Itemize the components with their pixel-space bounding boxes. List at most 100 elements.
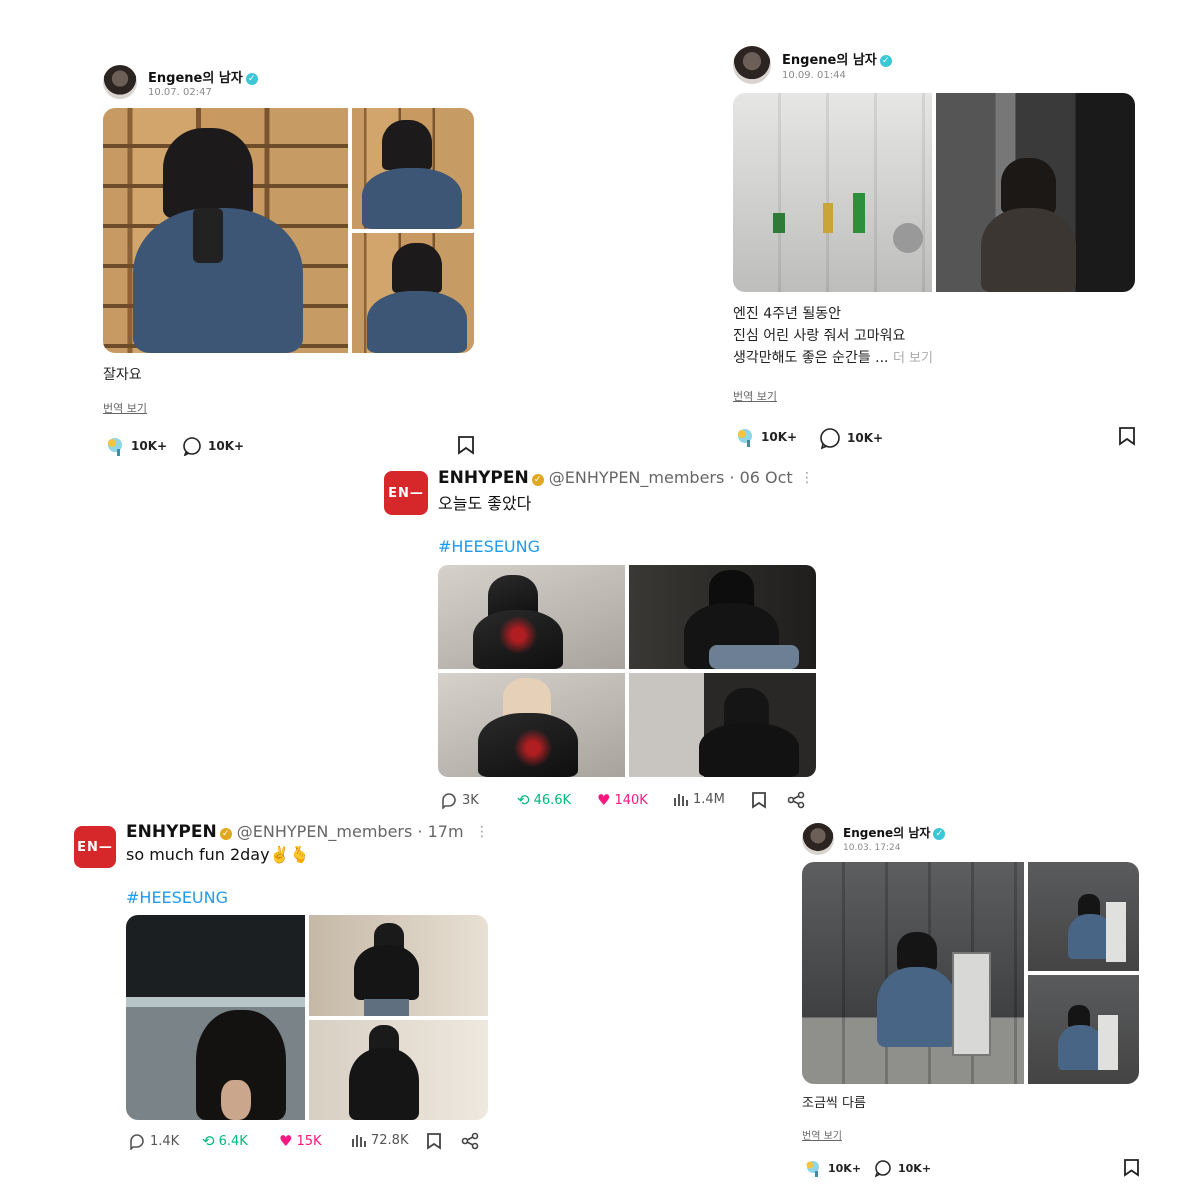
comment-icon	[820, 428, 840, 449]
caption-line-text: 생각만해도 좋은 순간들 ...	[733, 350, 889, 366]
caption-line: 엔진 4주년 될동안	[733, 306, 841, 322]
photo-1[interactable]	[802, 862, 1024, 1084]
like-button[interactable]: 10K+	[733, 427, 797, 447]
post-date: 10.09. 01:44	[782, 70, 846, 81]
verified-icon: ✓	[933, 828, 946, 840]
photo-2[interactable]	[352, 108, 474, 229]
reply-count: 3K	[462, 792, 479, 808]
photo-3[interactable]	[438, 673, 625, 777]
tweet-header: ENHYPEN ✓ @ENHYPEN_members · 06 Oct	[438, 468, 793, 488]
verified-icon: ✓	[879, 55, 892, 67]
comment-button[interactable]: 10K+	[182, 436, 244, 456]
photo-1[interactable]	[438, 565, 625, 669]
reply-count: 1.4K	[150, 1133, 180, 1149]
author-name-text: Engene의 남자	[782, 53, 877, 68]
like-count: 140K	[614, 792, 648, 808]
photo-1[interactable]	[733, 93, 932, 292]
author-name[interactable]: Engene의 남자 ✓	[148, 67, 258, 86]
reply-button[interactable]: 1.4K	[128, 1132, 179, 1150]
comment-count: 10K+	[208, 439, 245, 453]
bookmark-icon[interactable]	[751, 791, 767, 809]
handle-and-date[interactable]: @ENHYPEN_members · 06 Oct	[549, 468, 793, 487]
share-icon[interactable]	[787, 791, 805, 809]
like-count: 10K+	[131, 439, 168, 453]
translate-link[interactable]: 번역 보기	[802, 1127, 842, 1142]
lightstick-icon	[806, 1161, 819, 1177]
hashtag-link[interactable]: #HEESEUNG	[438, 537, 540, 556]
reply-button[interactable]: 3K	[440, 791, 479, 809]
retweet-button[interactable]: ⟲ 6.4K	[202, 1132, 248, 1150]
tweet-text: so much fun 2day✌️🫰	[126, 845, 310, 864]
author-name[interactable]: Engene의 남자 ✓	[782, 49, 892, 68]
like-count: 10K+	[828, 1161, 862, 1175]
profile-logo[interactable]: EN—	[74, 826, 116, 868]
photo-2[interactable]	[1028, 862, 1139, 971]
bookmark-icon[interactable]	[1118, 426, 1136, 446]
translate-link[interactable]: 번역 보기	[103, 400, 147, 416]
like-count: 15K	[296, 1133, 322, 1149]
post-caption: 엔진 4주년 될동안 진심 어린 사랑 줘서 고마워요 생각만해도 좋은 순간들…	[733, 303, 933, 370]
photo-3[interactable]	[352, 233, 474, 353]
more-options-icon[interactable]: ⋮	[475, 824, 489, 840]
photo-4[interactable]	[629, 673, 816, 777]
reply-icon	[442, 793, 456, 809]
photo-grid	[103, 108, 474, 353]
photo-1[interactable]	[103, 108, 348, 353]
photo-grid	[126, 915, 488, 1120]
post-caption: 조금씩 다름	[802, 1096, 866, 1111]
caption-line: 생각만해도 좋은 순간들 ... 더 보기	[733, 347, 933, 370]
bookmark-icon[interactable]	[426, 1132, 442, 1150]
avatar[interactable]	[103, 65, 137, 99]
comment-button[interactable]: 10K+	[819, 427, 883, 449]
view-count: 1.4M	[693, 791, 725, 807]
like-button[interactable]: ♥ 140K	[597, 791, 648, 809]
retweet-icon: ⟲	[517, 791, 530, 809]
bookmark-icon[interactable]	[457, 435, 475, 455]
retweet-count: 6.4K	[218, 1133, 248, 1149]
display-name[interactable]: ENHYPEN	[126, 822, 217, 842]
photo-2[interactable]	[936, 93, 1135, 292]
photo-grid	[438, 565, 816, 777]
see-more-link[interactable]: 더 보기	[893, 351, 933, 366]
views-button[interactable]: 72.8K	[351, 1132, 408, 1148]
reply-icon	[130, 1134, 144, 1150]
display-name[interactable]: ENHYPEN	[438, 468, 529, 488]
comment-icon	[874, 1160, 891, 1177]
heart-icon: ♥	[597, 791, 611, 809]
tweet-text: 오늘도 좋았다	[438, 494, 532, 513]
views-icon	[352, 1135, 366, 1147]
comment-count: 10K+	[847, 431, 884, 445]
retweet-count: 46.6K	[533, 792, 572, 808]
post-date: 10.07. 02:47	[148, 87, 212, 98]
photo-3[interactable]	[309, 1020, 488, 1120]
hashtag-link[interactable]: #HEESEUNG	[126, 888, 228, 907]
photo-2[interactable]	[629, 565, 816, 669]
photo-1[interactable]	[126, 915, 305, 1120]
photo-grid	[733, 93, 1135, 292]
views-button[interactable]: 1.4M	[673, 791, 725, 807]
caption-line: 진심 어린 사랑 줘서 고마워요	[733, 328, 906, 344]
profile-logo[interactable]: EN—	[384, 471, 428, 515]
heart-icon: ♥	[279, 1132, 293, 1150]
translate-link[interactable]: 번역 보기	[733, 388, 777, 404]
retweet-button[interactable]: ⟲ 46.6K	[517, 791, 571, 809]
post-caption: 잘자요	[103, 367, 142, 383]
avatar[interactable]	[733, 46, 771, 84]
comment-button[interactable]: 10K+	[874, 1159, 931, 1177]
like-count: 10K+	[761, 430, 798, 444]
post-date: 10.03. 17:24	[843, 843, 901, 853]
avatar[interactable]	[802, 823, 834, 855]
bookmark-icon[interactable]	[1123, 1158, 1140, 1177]
share-icon[interactable]	[461, 1132, 479, 1150]
lightstick-icon	[108, 438, 122, 456]
photo-3[interactable]	[1028, 975, 1139, 1084]
like-button[interactable]: ♥ 15K	[279, 1132, 322, 1150]
like-button[interactable]: 10K+	[802, 1159, 861, 1177]
comment-icon	[183, 437, 201, 456]
author-name[interactable]: Engene의 남자 ✓	[843, 824, 946, 841]
photo-2[interactable]	[309, 915, 488, 1016]
verified-badge-icon: ✓	[219, 828, 232, 840]
more-options-icon[interactable]: ⋮	[800, 470, 814, 486]
like-button[interactable]: 10K+	[103, 436, 167, 456]
handle-and-time[interactable]: @ENHYPEN_members · 17m	[237, 822, 464, 841]
